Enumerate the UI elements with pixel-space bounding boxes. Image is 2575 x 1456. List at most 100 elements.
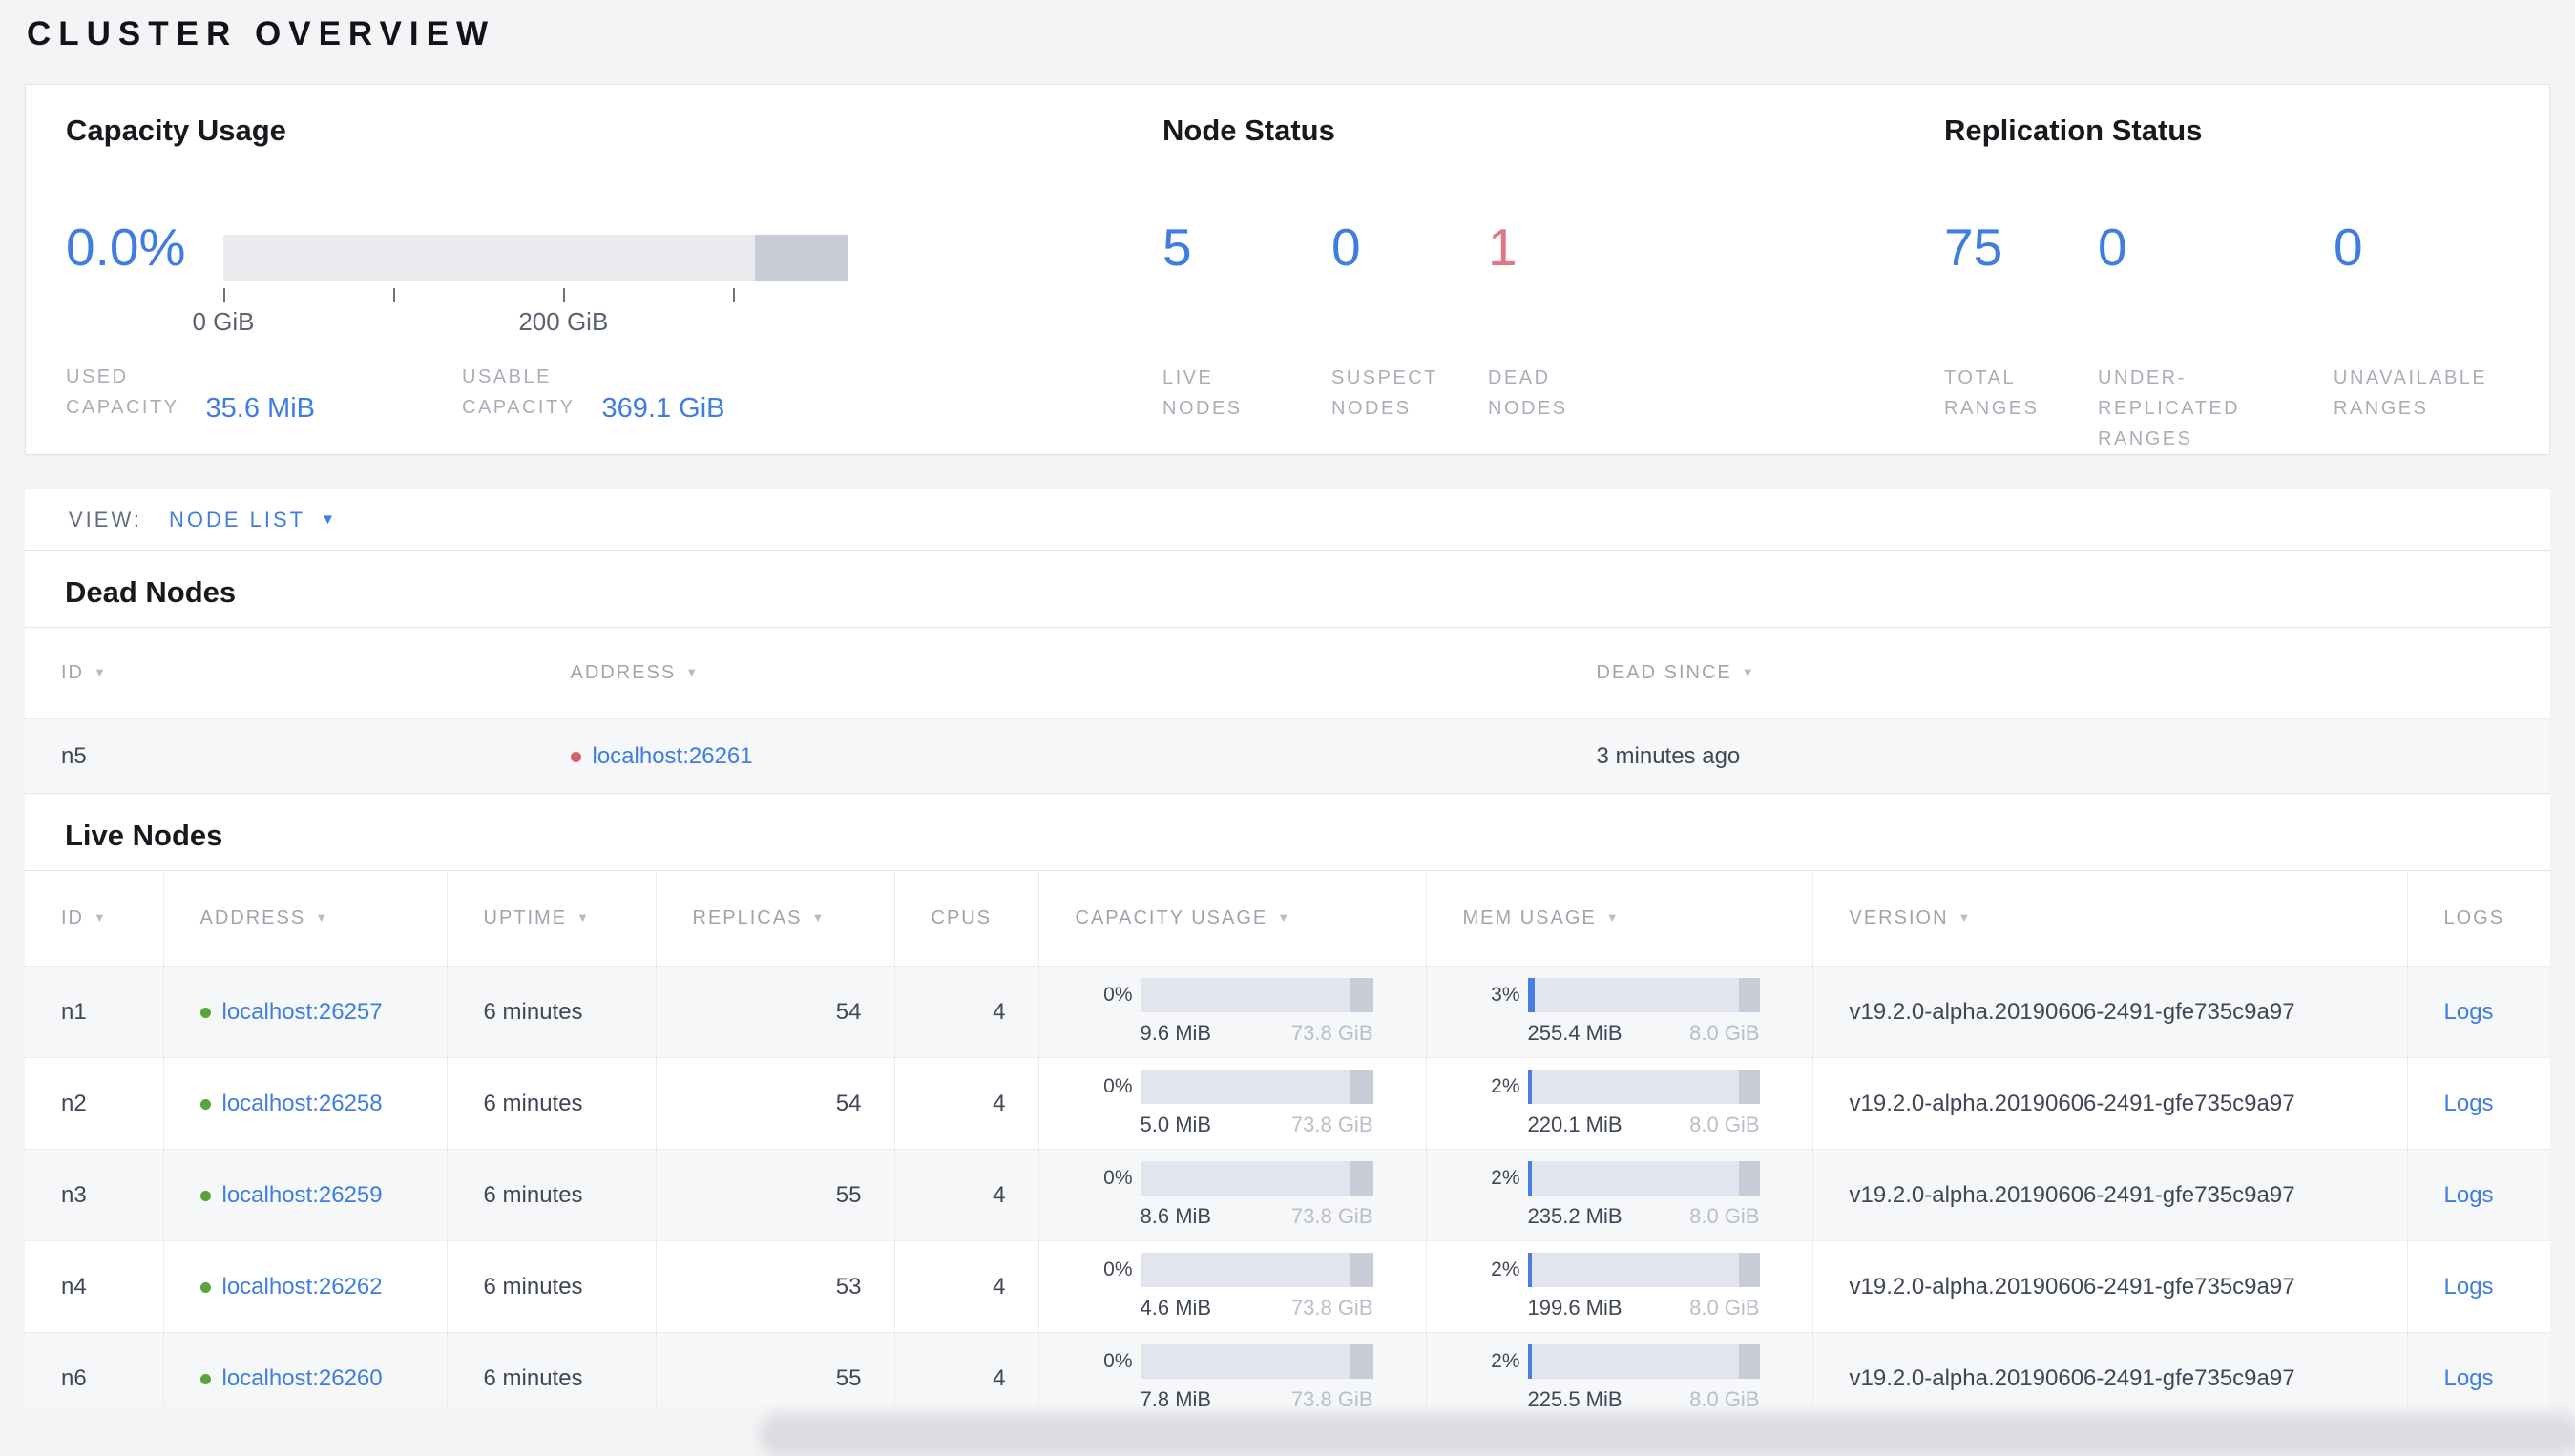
table-header-row: ID ▼ ADDRESS ▼ UPTIME ▼ REPLICAS ▼ CPUS CAPACITY … (25, 870, 2550, 967)
logs-cell: Logs (2406, 1332, 2550, 1407)
axis-tick-label: 0 GiB (192, 307, 255, 336)
sort-desc-icon[interactable]: ▼ (94, 910, 108, 925)
memory-usage-bar-group: 2% 235.2 MiB 8.0 GiB (1465, 1161, 1760, 1229)
axis-tick-label: 200 GiB (518, 307, 609, 336)
axis-tick (223, 288, 225, 302)
chevron-down-icon[interactable]: ▼ (321, 511, 335, 528)
memory-usage-bar (1527, 978, 1760, 1012)
node-address-link[interactable]: localhost:26262 (222, 1274, 383, 1300)
capacity-usage-reserved (1350, 1161, 1373, 1196)
memory-total-value: 8.0 GiB (1689, 1113, 1760, 1136)
metric-label: TOTAL RANGES (1944, 367, 2040, 419)
view-selector-bar: VIEW: NODE LIST ▼ (25, 489, 2550, 551)
memory-total-value: 8.0 GiB (1689, 1204, 1760, 1228)
column-header-uptime[interactable]: UPTIME ▼ (446, 870, 656, 967)
sort-desc-icon[interactable]: ▼ (1606, 910, 1621, 925)
memory-usage-bar-group: 2% 225.5 MiB 8.0 GiB (1465, 1344, 1760, 1407)
summary-metric: 0 SUSPECT NODES (1331, 220, 1488, 424)
table-row: n6 localhost:26260 6 minutes 55 4 0% 7.8 MiB 73… (25, 1332, 2550, 1407)
capacity-stat-label: USED CAPACITY (66, 366, 179, 418)
dead-nodes-heading: Dead Nodes (65, 575, 237, 609)
replicas-cell: 55 (655, 1149, 894, 1241)
sort-desc-icon[interactable]: ▼ (685, 665, 700, 679)
column-header-dead_since[interactable]: DEAD SINCE ▼ (1559, 627, 2550, 719)
logs-link[interactable]: Logs (2444, 1182, 2494, 1208)
memory-usage-cell: 2% 225.5 MiB 8.0 GiB (1425, 1332, 1812, 1407)
node-status-panel: Node Status 5 LIVE NODES 0 SUSPECT NODES 1 DE… (1162, 85, 1888, 454)
capacity-usage-bar (1140, 1253, 1373, 1287)
logs-link[interactable]: Logs (2444, 1365, 2494, 1391)
column-header-id[interactable]: ID ▼ (25, 627, 534, 719)
capacity-usage-bar-group: 0% 9.6 MiB 73.8 GiB (1078, 978, 1373, 1046)
uptime-cell: 6 minutes (446, 1240, 656, 1333)
memory-usage-fill (1527, 978, 1535, 1012)
logs-link[interactable]: Logs (2444, 999, 2494, 1025)
memory-usage-fill (1527, 1344, 1533, 1379)
node-live-dot-icon (199, 1007, 211, 1018)
sort-desc-icon[interactable]: ▼ (811, 910, 826, 925)
replicas-cell: 53 (655, 1240, 894, 1333)
column-header-version[interactable]: VERSION ▼ (1811, 870, 2407, 967)
capacity-stat-value: 369.1 GiB (601, 393, 725, 424)
sort-desc-icon[interactable]: ▼ (94, 665, 108, 679)
node-address-link[interactable]: localhost:26261 (593, 743, 753, 769)
memory-usage-bar-group: 3% 255.4 MiB 8.0 GiB (1465, 978, 1760, 1046)
column-header-label: VERSION (1849, 907, 1949, 928)
view-mode-dropdown[interactable]: NODE LIST (169, 508, 305, 532)
column-header-id[interactable]: ID ▼ (25, 870, 163, 967)
capacity-total-value: 73.8 GiB (1290, 1204, 1373, 1228)
column-header-address[interactable]: ADDRESS ▼ (162, 870, 447, 967)
capacity-usage-title: Capacity Usage (66, 114, 286, 147)
capacity-usage-panel: Capacity Usage 0.0% 0 GiB 200 GiB USED CA… (66, 85, 1116, 454)
column-header-capacity[interactable]: CAPACITY USAGE ▼ (1037, 870, 1426, 967)
replicas-cell: 55 (655, 1332, 894, 1407)
capacity-bar-axis: 0 GiB 200 GiB (192, 281, 848, 338)
node-list-section: Dead Nodes ID ▼ ADDRESS ▼ DEAD SINCE ▼ n5 local… (25, 551, 2550, 1407)
capacity-used-value: 9.6 MiB (1140, 1021, 1212, 1045)
live-nodes-table: ID ▼ ADDRESS ▼ UPTIME ▼ REPLICAS ▼ CPUS CAPACITY … (25, 870, 2550, 1407)
node-address-link[interactable]: localhost:26259 (222, 1182, 383, 1208)
capacity-total-value: 73.8 GiB (1290, 1113, 1373, 1136)
column-header-label: ID (61, 907, 84, 928)
capacity-bar-reserved-segment (754, 235, 848, 281)
capacity-bar-track (223, 235, 848, 281)
summary-metric: 5 LIVE NODES (1162, 220, 1331, 424)
column-header-replicas[interactable]: REPLICAS ▼ (655, 870, 894, 967)
sort-desc-icon[interactable]: ▼ (1277, 910, 1291, 925)
column-header-address[interactable]: ADDRESS ▼ (533, 627, 1560, 719)
uptime-cell: 6 minutes (446, 966, 656, 1058)
metric-value: 5 (1162, 218, 1192, 277)
column-header-memory[interactable]: MEM USAGE ▼ (1425, 870, 1812, 967)
metric-value: 1 (1488, 218, 1518, 277)
capacity-total-value: 73.8 GiB (1290, 1021, 1373, 1045)
dead-since-cell: 3 minutes ago (1559, 718, 2550, 794)
node-address-link[interactable]: localhost:26257 (222, 999, 383, 1025)
capacity-usage-bar (1140, 1161, 1373, 1196)
memory-usage-percent: 2% (1491, 1258, 1520, 1280)
memory-usage-percent: 2% (1491, 1075, 1520, 1097)
node-id-cell: n2 (25, 1057, 163, 1150)
node-address-link[interactable]: localhost:26258 (222, 1091, 383, 1116)
node-address-link[interactable]: localhost:26260 (222, 1365, 383, 1391)
live-nodes-heading: Live Nodes (65, 819, 223, 852)
column-header-label: ID (61, 662, 84, 683)
cpus-cell: 4 (893, 966, 1038, 1058)
capacity-usage-cell: 0% 4.6 MiB 73.8 GiB (1037, 1240, 1426, 1333)
replication-status-panel: Replication Status 75 TOTAL RANGES 0 UNDER-… (1944, 85, 2536, 454)
capacity-usage-percent: 0% (1103, 1350, 1133, 1372)
horizontal-scrollbar[interactable] (759, 1414, 2575, 1456)
table-row: n3 localhost:26259 6 minutes 55 4 0% 8.6 MiB 73… (25, 1149, 2550, 1241)
logs-link[interactable]: Logs (2444, 1274, 2494, 1300)
memory-usage-bar-group: 2% 199.6 MiB 8.0 GiB (1465, 1253, 1760, 1321)
capacity-usage-reserved (1350, 1253, 1373, 1287)
sort-desc-icon[interactable]: ▼ (1742, 665, 1756, 679)
logs-link[interactable]: Logs (2444, 1091, 2494, 1116)
column-header-label: ADDRESS (199, 907, 306, 928)
sort-desc-icon[interactable]: ▼ (1958, 910, 1973, 925)
sort-desc-icon[interactable]: ▼ (576, 910, 591, 925)
capacity-usage-bar (1140, 1070, 1373, 1104)
logs-cell: Logs (2406, 966, 2550, 1058)
replication-status-metrics: 75 TOTAL RANGES 0 UNDER- REPLICATED RANGES 0… (1944, 220, 2536, 454)
sort-desc-icon[interactable]: ▼ (315, 910, 329, 925)
capacity-usage-bar-group: 0% 4.6 MiB 73.8 GiB (1078, 1253, 1373, 1321)
